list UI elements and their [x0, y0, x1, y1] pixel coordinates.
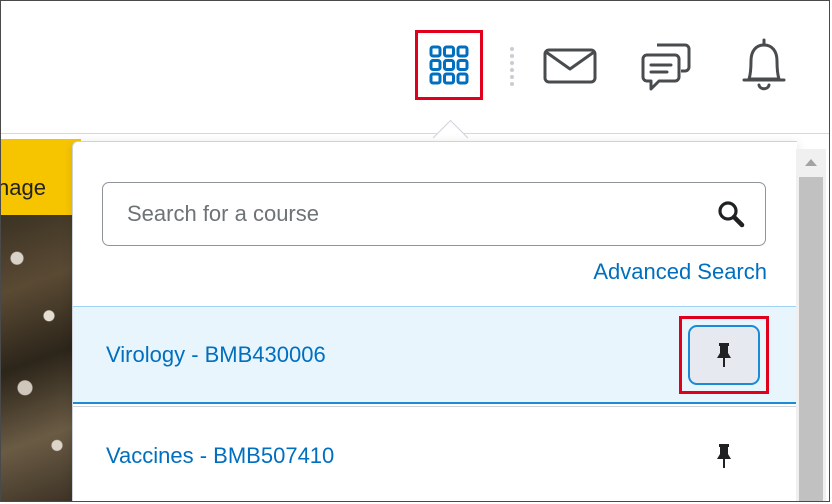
background-photo: [1, 215, 81, 501]
advanced-search-link[interactable]: Advanced Search: [593, 259, 767, 285]
pin-icon: [717, 443, 731, 468]
top-navbar: [1, 1, 829, 134]
scrollbar-thumb[interactable]: [799, 177, 823, 501]
course-list-item: Vaccines - BMB507410: [73, 406, 797, 501]
chat-bubbles-icon: [641, 43, 691, 91]
dropdown-scrollbar[interactable]: [796, 149, 826, 501]
course-search-input[interactable]: [103, 194, 711, 234]
background-banner-text: nage: [1, 175, 46, 200]
pin-button[interactable]: [688, 324, 760, 385]
browser-frame: nage Advanced Search Virology - BMB43000…: [0, 0, 830, 502]
pin-highlight-box: [679, 315, 769, 394]
message-alerts-button[interactable]: [541, 43, 599, 89]
bell-icon: [742, 38, 786, 91]
course-list-item: Virology - BMB430006: [73, 306, 797, 404]
envelope-icon: [543, 48, 597, 84]
course-link[interactable]: Virology - BMB430006: [106, 342, 326, 368]
background-page-content: nage: [1, 133, 81, 501]
search-icon: [718, 201, 745, 228]
pin-button-wrapper: [688, 426, 760, 486]
pin-button-wrapper: [679, 315, 769, 394]
pin-button[interactable]: [688, 426, 760, 486]
update-alerts-button[interactable]: [735, 35, 793, 95]
course-link[interactable]: Vaccines - BMB507410: [106, 443, 334, 469]
subscription-alerts-button[interactable]: [637, 39, 695, 95]
arrow-up-icon: [805, 159, 817, 166]
navbar-separator: [510, 47, 514, 87]
course-selector-button[interactable]: [415, 30, 483, 100]
pin-icon: [717, 342, 731, 367]
course-selector-dropdown: Advanced Search Virology - BMB430006 Vac…: [72, 141, 797, 501]
scroll-up-button[interactable]: [796, 149, 826, 175]
search-button[interactable]: [711, 194, 751, 234]
waffle-icon: [429, 45, 469, 85]
dotted-separator-icon: [510, 47, 514, 86]
course-search-box: [102, 182, 766, 246]
